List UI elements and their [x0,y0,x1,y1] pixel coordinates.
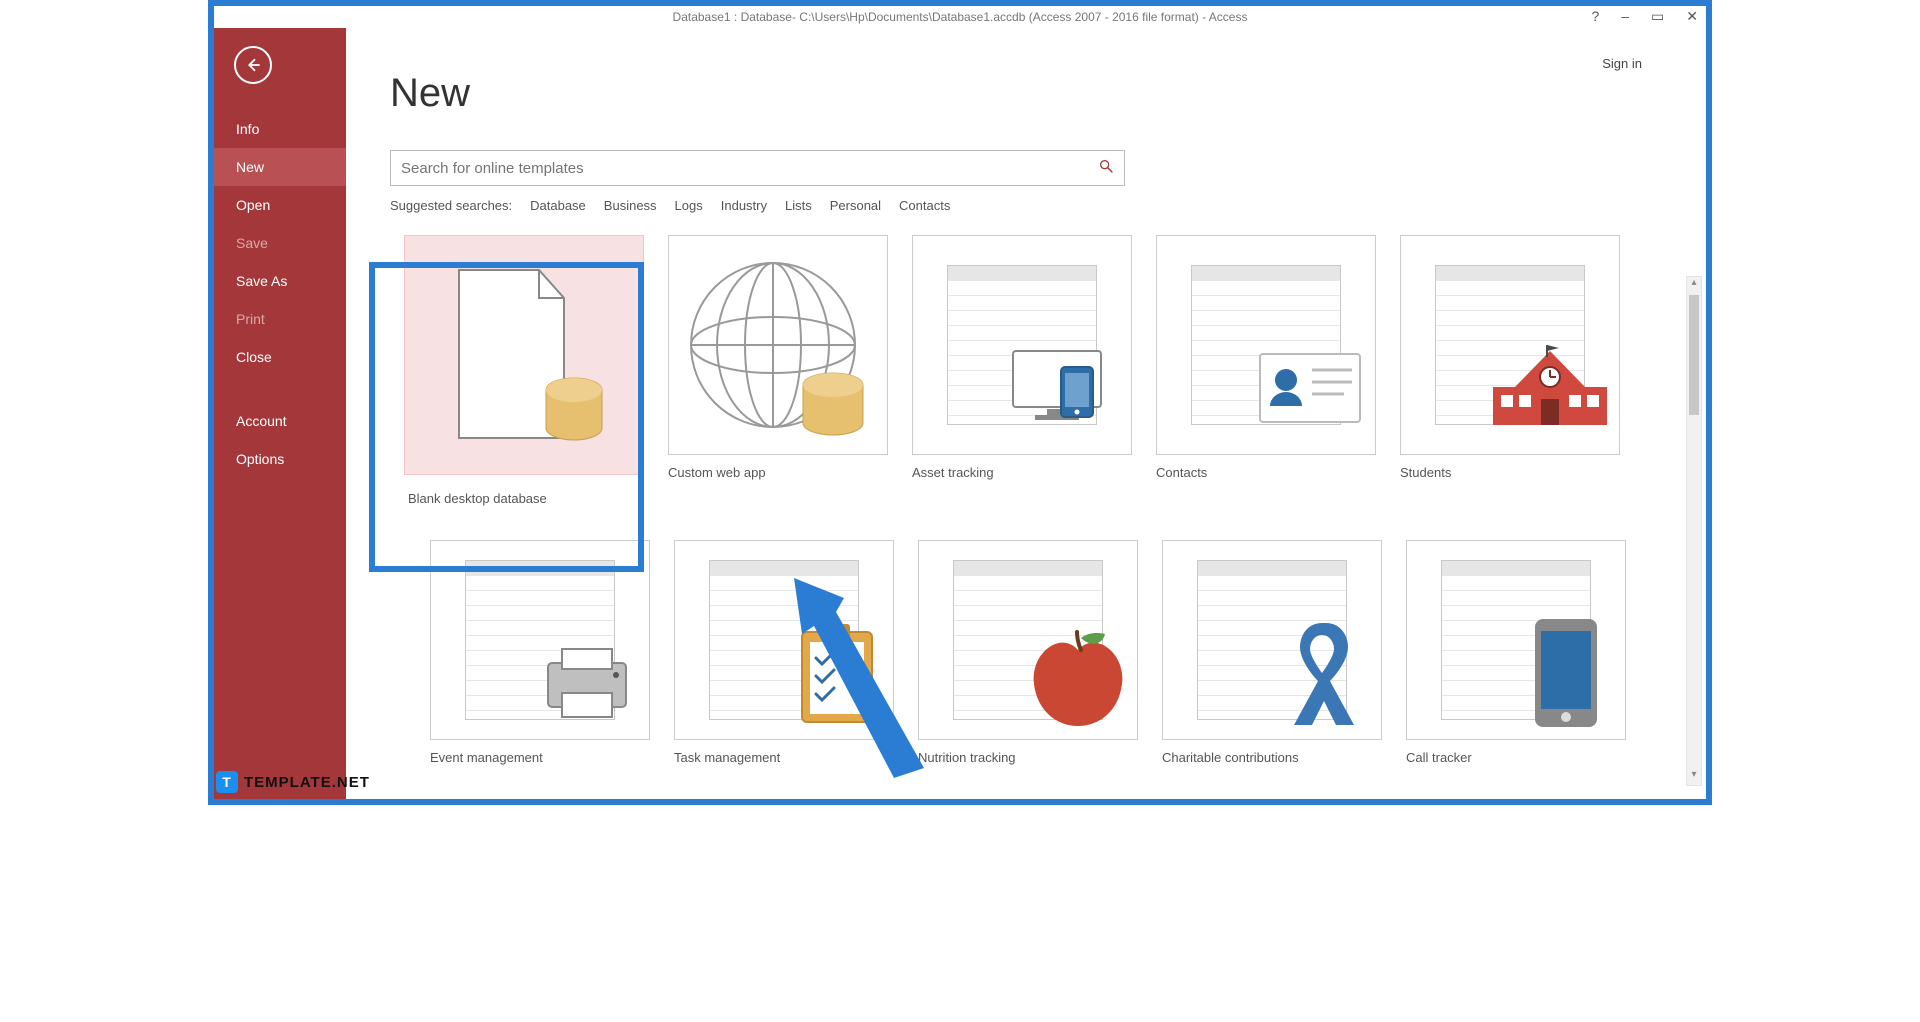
suggested-industry[interactable]: Industry [721,198,767,213]
template-blank-desktop-database[interactable]: Blank desktop database [404,235,644,506]
template-nutrition-tracking[interactable]: Nutrition tracking [918,540,1138,765]
smartphone-icon [1529,615,1609,735]
sidebar-item-account[interactable]: Account [214,402,346,440]
backstage-content: Sign in New Suggested searches: Database… [346,28,1706,799]
template-charitable-contributions[interactable]: Charitable contributions [1162,540,1382,765]
apple-icon [1023,622,1133,732]
scroll-thumb[interactable] [1689,295,1699,415]
fax-printer-icon [540,645,640,725]
template-label: Blank desktop database [404,485,644,506]
vertical-scrollbar[interactable]: ▴ ▾ [1686,276,1702,786]
template-call-tracker[interactable]: Call tracker [1406,540,1626,765]
suggested-searches: Suggested searches: Database Business Lo… [390,198,1662,213]
sidebar-item-close[interactable]: Close [214,338,346,376]
suggested-personal[interactable]: Personal [830,198,881,213]
suggested-database[interactable]: Database [530,198,586,213]
template-grid: Blank desktop database [390,235,1642,765]
template-contacts[interactable]: Contacts [1156,235,1376,506]
template-label: Task management [674,750,894,765]
help-icon[interactable]: ? [1591,8,1599,25]
sidebar-item-open[interactable]: Open [214,186,346,224]
back-button[interactable] [234,46,272,84]
scroll-down-button[interactable]: ▾ [1687,769,1701,785]
suggested-business[interactable]: Business [604,198,657,213]
window-title: Database1 : Database- C:\Users\Hp\Docume… [673,10,1248,24]
page-title: New [390,71,1662,116]
template-task-management[interactable]: Task management [674,540,894,765]
suggested-label: Suggested searches: [390,198,512,213]
template-label: Custom web app [668,465,888,480]
clipboard-check-icon [794,620,884,730]
sidebar-item-info[interactable]: Info [214,110,346,148]
template-label: Charitable contributions [1162,750,1382,765]
school-icon [1485,343,1615,433]
template-asset-tracking[interactable]: Asset tracking [912,235,1132,506]
template-custom-web-app[interactable]: Custom web app [668,235,888,506]
sidebar-item-save: Save [214,224,346,262]
suggested-lists[interactable]: Lists [785,198,812,213]
watermark-badge-icon: T [216,771,238,793]
sidebar-item-options[interactable]: Options [214,440,346,478]
monitor-device-icon [1007,345,1117,435]
template-label: Asset tracking [912,465,1132,480]
sidebar-item-print: Print [214,300,346,338]
document-database-icon [439,260,609,450]
minimize-button[interactable]: – [1621,8,1629,25]
watermark: T TEMPLATE.NET [216,771,370,793]
template-label: Contacts [1156,465,1376,480]
template-label: Students [1400,465,1620,480]
suggested-contacts[interactable]: Contacts [899,198,950,213]
template-event-management[interactable]: Event management [430,540,650,765]
template-search-input[interactable] [401,160,1098,177]
template-label: Call tracker [1406,750,1626,765]
search-icon[interactable] [1098,158,1114,179]
awareness-ribbon-icon [1277,615,1367,735]
suggested-logs[interactable]: Logs [675,198,703,213]
titlebar: Database1 : Database- C:\Users\Hp\Docume… [214,6,1706,28]
watermark-text: TEMPLATE.NET [244,774,370,791]
globe-database-icon [678,245,878,445]
close-button[interactable]: ✕ [1686,8,1698,25]
template-label: Event management [430,750,650,765]
template-label: Nutrition tracking [918,750,1138,765]
sidebar-item-save-as[interactable]: Save As [214,262,346,300]
backstage-sidebar: Info New Open Save Save As Print Close A… [214,28,346,799]
contact-card-icon [1256,350,1366,430]
sign-in-link[interactable]: Sign in [1602,56,1642,71]
template-students[interactable]: Students [1400,235,1620,506]
arrow-left-icon [244,56,262,74]
scroll-up-button[interactable]: ▴ [1687,277,1701,293]
restore-button[interactable]: ▭ [1651,8,1664,25]
template-search[interactable] [390,150,1125,186]
sidebar-item-new[interactable]: New [214,148,346,186]
